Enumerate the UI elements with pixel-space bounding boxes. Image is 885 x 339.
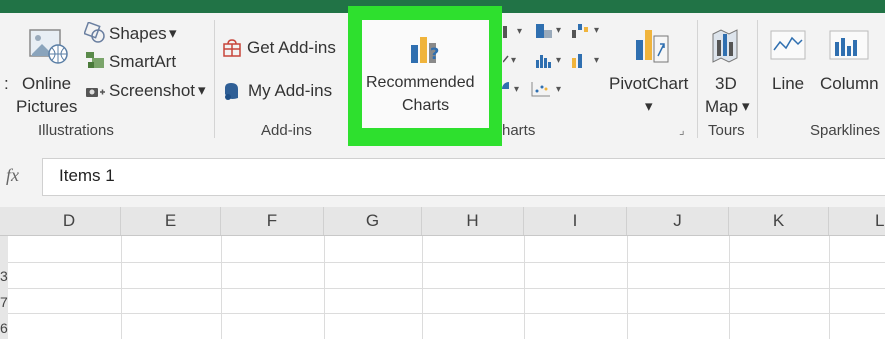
- row-header[interactable]: 6: [0, 320, 8, 336]
- screenshot-icon: [84, 82, 106, 105]
- grid-line: [829, 236, 830, 339]
- addins-group-label: Add-ins: [261, 122, 312, 139]
- column-header[interactable]: I: [524, 207, 627, 235]
- grid-line: [121, 236, 122, 339]
- grid-line: [221, 236, 222, 339]
- svg-text:▾: ▾: [556, 25, 561, 36]
- smartart-icon: [84, 50, 106, 75]
- svg-text:▾: ▾: [594, 25, 599, 36]
- pie-chart-icon[interactable]: ▾: [500, 80, 530, 103]
- 3d-map-label-1[interactable]: 3D: [715, 74, 737, 94]
- 3d-map-dropdown-icon[interactable]: ▾: [742, 97, 750, 115]
- online-pictures-label-2[interactable]: Pictures: [16, 97, 77, 117]
- pivotchart-icon: [634, 26, 674, 73]
- column-header[interactable]: H: [422, 207, 524, 235]
- recommended-charts-label-2: Charts: [402, 97, 450, 114]
- column-chart-icon[interactable]: ▾: [503, 24, 533, 45]
- online-pictures-icon: [28, 28, 70, 71]
- statistic-chart-icon[interactable]: ▾: [534, 52, 570, 75]
- sparklines-group-label: Sparklines: [810, 122, 881, 139]
- grid-line: [8, 288, 885, 289]
- recommended-charts-label-1: Recommended: [366, 74, 475, 91]
- recommended-charts-icon: ?: [409, 33, 443, 70]
- sparkline-line-button[interactable]: Line: [772, 74, 804, 94]
- screenshot-button[interactable]: Screenshot: [109, 81, 195, 101]
- pivotchart-button[interactable]: PivotChart: [609, 74, 688, 94]
- charts-group-label: harts: [502, 122, 536, 139]
- column-header[interactable]: J: [627, 207, 729, 235]
- svg-text:▾: ▾: [517, 26, 522, 37]
- line-chart-icon[interactable]: ▾: [502, 52, 533, 73]
- column-header[interactable]: E: [121, 207, 221, 235]
- online-pictures-label-1[interactable]: Online: [22, 74, 71, 94]
- shapes-icon: [83, 21, 106, 49]
- store-icon: [222, 38, 242, 63]
- separator: [214, 20, 215, 138]
- svg-text:▾: ▾: [556, 84, 561, 95]
- column-header[interactable]: F: [221, 207, 324, 235]
- svg-text:?: ?: [430, 44, 439, 63]
- hierarchy-chart-icon[interactable]: ▾: [534, 22, 570, 45]
- row-header[interactable]: 7: [0, 294, 8, 310]
- my-addins-icon: [222, 80, 242, 107]
- grid-line: [524, 236, 525, 339]
- grid-line: [729, 236, 730, 339]
- svg-text:▾: ▾: [514, 84, 519, 95]
- grid-line: [422, 236, 423, 339]
- combo-chart-icon[interactable]: ▾: [570, 52, 606, 75]
- my-addins-button[interactable]: My Add-ins: [248, 81, 332, 101]
- charts-dialog-launcher-icon[interactable]: ⌟: [679, 123, 685, 137]
- fx-icon[interactable]: fx: [6, 165, 19, 186]
- smartart-button[interactable]: SmartArt: [109, 52, 176, 72]
- grid-top-strip: [0, 197, 885, 207]
- get-addins-button[interactable]: Get Add-ins: [247, 38, 336, 58]
- grid-line: [8, 313, 885, 314]
- svg-text:▾: ▾: [511, 55, 516, 66]
- pivotchart-dropdown-icon[interactable]: ▾: [645, 97, 653, 115]
- column-header-row: D E F G H I J K L: [0, 207, 885, 236]
- separator: [697, 20, 698, 138]
- sparkline-column-button[interactable]: Column: [820, 74, 879, 94]
- shapes-dropdown-icon[interactable]: ▾: [169, 24, 177, 42]
- ribbon-overflow-mark: :: [4, 74, 9, 93]
- separator: [757, 20, 758, 138]
- column-header[interactable]: L: [829, 207, 885, 235]
- grid-line: [8, 262, 885, 263]
- waterfall-chart-icon[interactable]: ▾: [570, 22, 606, 45]
- sparkline-column-icon: [829, 30, 869, 65]
- column-header[interactable]: K: [729, 207, 829, 235]
- svg-text:▾: ▾: [556, 55, 561, 66]
- row-header[interactable]: 3: [0, 268, 8, 284]
- tours-group-label: Tours: [708, 122, 745, 139]
- shapes-button[interactable]: Shapes: [109, 24, 167, 44]
- svg-text:▾: ▾: [594, 55, 599, 66]
- grid-line: [324, 236, 325, 339]
- 3d-map-icon: [707, 26, 743, 71]
- formula-input[interactable]: Items 1: [42, 158, 885, 196]
- sparkline-line-icon: [770, 30, 806, 65]
- 3d-map-label-2[interactable]: Map: [705, 97, 738, 117]
- scatter-chart-icon[interactable]: ▾: [530, 80, 570, 103]
- column-header[interactable]: D: [18, 207, 121, 235]
- screenshot-dropdown-icon[interactable]: ▾: [198, 81, 206, 99]
- grid-line: [627, 236, 628, 339]
- formula-value: Items 1: [59, 166, 115, 185]
- column-header[interactable]: G: [324, 207, 422, 235]
- illustrations-group-label: Illustrations: [38, 122, 114, 139]
